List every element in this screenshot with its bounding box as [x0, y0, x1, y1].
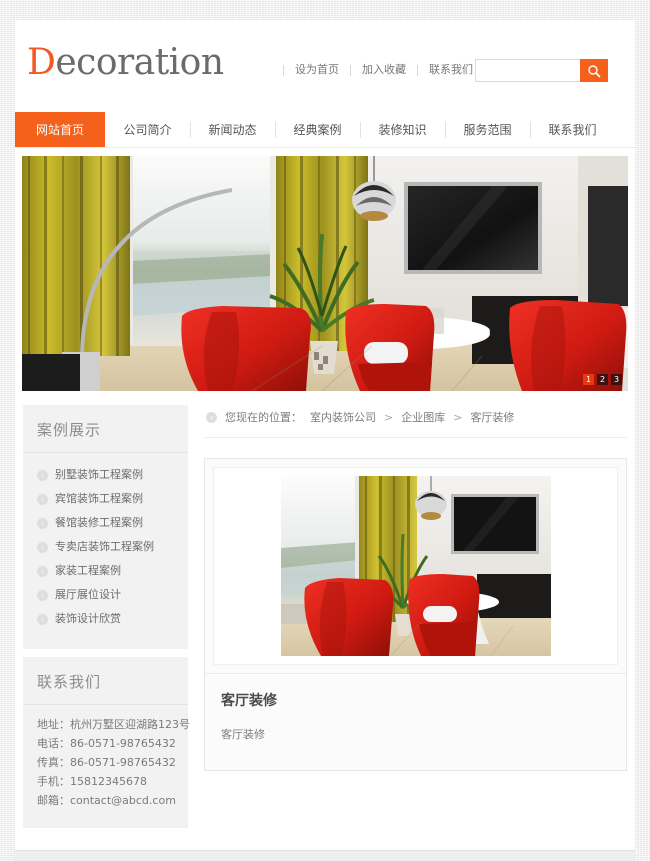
sidebar-cases-title: 案例展示 — [23, 419, 188, 453]
nav-item-services[interactable]: 服务范围 — [445, 112, 530, 147]
article-figure — [213, 467, 618, 665]
sidebar-item-label: 家装工程案例 — [55, 564, 121, 577]
chevron-right-icon: › — [37, 613, 48, 625]
page-root: Decoration 设为首页 加入收藏 联系我们 网站首页 公司简介 新闻动态… — [0, 0, 650, 861]
chevron-right-icon: › — [37, 469, 48, 481]
article-image-frame[interactable] — [280, 476, 551, 656]
sidebar-contact-list: 地址：杭州万墅区迎湖路123号 电话：86-0571-98765432 传真：8… — [23, 715, 190, 810]
breadcrumb-item-current[interactable]: 客厅装修 — [470, 409, 514, 425]
breadcrumb-prefix: 您现在的位置： — [225, 411, 302, 424]
nav-item-contact[interactable]: 联系我们 — [530, 112, 615, 147]
list-item: › 展厅展位设计 — [33, 583, 178, 607]
site-footer: 关于我们 联系方式 我要装修 诚聘英才 友情链接 Copyright (C) 2… — [15, 850, 635, 861]
sidebar-item-store[interactable]: › 专卖店装饰工程案例 — [33, 535, 178, 559]
sidebar-item-label: 宾馆装饰工程案例 — [55, 492, 143, 505]
breadcrumb-separator: > — [453, 410, 463, 424]
page-body: 案例展示 › 别墅装饰工程案例 › 宾馆装饰工程案例 › 餐馆装修工程案例 › 专卖店装… — [15, 391, 635, 850]
article-description: 客厅装修 — [221, 728, 265, 741]
contact-email: 邮箱：contact@abcd.com — [37, 794, 176, 807]
sidebar-item-home-decoration[interactable]: › 家装工程案例 — [33, 559, 178, 583]
contact-mobile: 手机：15812345678 — [37, 775, 147, 788]
sidebar-item-villa[interactable]: › 别墅装饰工程案例 — [33, 463, 178, 487]
sidebar-item-restaurant[interactable]: › 餐馆装修工程案例 — [33, 511, 178, 535]
nav-item-news[interactable]: 新闻动态 — [190, 112, 275, 147]
breadcrumb-separator: > — [384, 410, 394, 424]
breadcrumb-item-gallery[interactable]: 企业图库 — [401, 409, 445, 425]
chevron-right-icon: › — [206, 411, 217, 423]
banner-pager-dot-1[interactable]: 1 — [583, 374, 594, 385]
main-content: › 您现在的位置： 室内装饰公司 > 企业图库 > 客厅装修 客厅装修 客厅装修 — [188, 405, 627, 771]
banner-pager-dot-3[interactable]: 3 — [611, 374, 622, 385]
top-link-add-favorite[interactable]: 加入收藏 — [351, 60, 417, 80]
top-links: 设为首页 加入收藏 联系我们 — [283, 60, 485, 80]
sidebar-item-label: 专卖店装饰工程案例 — [55, 540, 154, 553]
sidebar-item-label: 装饰设计欣赏 — [55, 612, 121, 625]
top-link-set-homepage[interactable]: 设为首页 — [284, 60, 350, 80]
article-title: 客厅装修 — [221, 693, 277, 709]
nav-item-cases[interactable]: 经典案例 — [275, 112, 360, 147]
chevron-right-icon: › — [37, 565, 48, 577]
contact-address: 地址：杭州万墅区迎湖路123号 — [37, 718, 190, 731]
breadcrumb: › 您现在的位置： 室内装饰公司 > 企业图库 > 客厅装修 — [204, 405, 627, 438]
sidebar-item-exhibition[interactable]: › 展厅展位设计 — [33, 583, 178, 607]
sidebar-item-design-gallery[interactable]: › 装饰设计欣赏 — [33, 607, 178, 631]
sidebar-item-label: 展厅展位设计 — [55, 588, 121, 601]
sidebar: 案例展示 › 别墅装饰工程案例 › 宾馆装饰工程案例 › 餐馆装修工程案例 › 专卖店装… — [23, 405, 190, 828]
list-item: › 别墅装饰工程案例 — [33, 463, 178, 487]
banner-pager: 1 2 3 — [583, 374, 622, 385]
chevron-right-icon: › — [37, 541, 48, 553]
chevron-right-icon: › — [37, 589, 48, 601]
search-input[interactable] — [475, 59, 580, 82]
sidebar-panel-cases: 案例展示 › 别墅装饰工程案例 › 宾馆装饰工程案例 › 餐馆装修工程案例 › 专卖店装… — [23, 405, 188, 649]
sidebar-contact-title: 联系我们 — [23, 671, 188, 705]
list-item: › 家装工程案例 — [33, 559, 178, 583]
site-header: Decoration 设为首页 加入收藏 联系我们 — [15, 20, 635, 112]
search-box — [475, 59, 608, 82]
sidebar-item-hotel[interactable]: › 宾馆装饰工程案例 — [33, 487, 178, 511]
sidebar-item-label: 餐馆装修工程案例 — [55, 516, 143, 529]
nav-item-knowledge[interactable]: 装修知识 — [360, 112, 445, 147]
contact-phone: 电话：86-0571-98765432 — [37, 737, 176, 750]
breadcrumb-item-home[interactable]: 室内装饰公司 — [310, 409, 376, 425]
chevron-right-icon: › — [37, 517, 48, 529]
nav-item-about[interactable]: 公司简介 — [105, 112, 190, 147]
main-nav: 网站首页 公司简介 新闻动态 经典案例 装修知识 服务范围 联系我们 — [15, 112, 635, 148]
article-image — [280, 476, 551, 656]
list-item: › 宾馆装饰工程案例 — [33, 487, 178, 511]
logo-initial: D — [27, 42, 56, 83]
article-body: 客厅装修 客厅装修 — [205, 673, 626, 770]
chevron-right-icon: › — [37, 493, 48, 505]
site-container: Decoration 设为首页 加入收藏 联系我们 网站首页 公司简介 新闻动态… — [15, 20, 635, 861]
nav-item-home[interactable]: 网站首页 — [15, 112, 105, 147]
hero-banner[interactable]: 1 2 3 — [22, 156, 628, 391]
search-icon — [587, 64, 601, 78]
list-item: › 专卖店装饰工程案例 — [33, 535, 178, 559]
list-item: › 餐馆装修工程案例 — [33, 511, 178, 535]
banner-image — [22, 156, 628, 391]
search-button[interactable] — [580, 59, 608, 82]
list-item: › 装饰设计欣赏 — [33, 607, 178, 631]
contact-fax: 传真：86-0571-98765432 — [37, 756, 176, 769]
sidebar-panel-contact: 联系我们 地址：杭州万墅区迎湖路123号 电话：86-0571-98765432… — [23, 657, 190, 828]
banner-pager-dot-2[interactable]: 2 — [597, 374, 608, 385]
sidebar-item-label: 别墅装饰工程案例 — [55, 468, 143, 481]
sidebar-cases-list: › 别墅装饰工程案例 › 宾馆装饰工程案例 › 餐馆装修工程案例 › 专卖店装饰工程案例… — [23, 463, 188, 631]
site-logo[interactable]: Decoration — [27, 45, 224, 81]
article-card: 客厅装修 客厅装修 — [204, 458, 627, 771]
logo-rest: ecoration — [55, 42, 224, 83]
